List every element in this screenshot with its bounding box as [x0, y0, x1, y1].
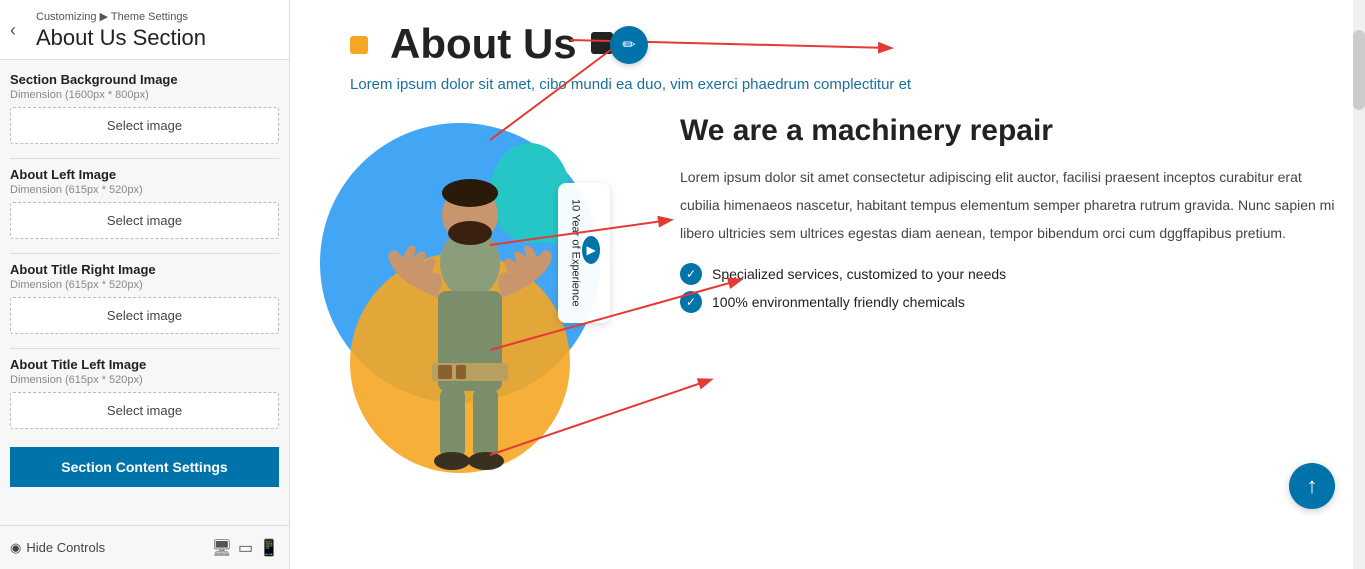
about-title-left-field: About Title Left Image Dimension (615px … — [10, 357, 279, 429]
worker-svg — [370, 143, 570, 483]
about-us-preview: ✏ About Us Lorem ipsum dolor sit — [290, 0, 1365, 569]
back-button[interactable]: ‹ — [10, 21, 16, 39]
check-icon-1: ✓ — [680, 263, 702, 285]
divider-1 — [10, 158, 279, 159]
tablet-icon[interactable]: ▭ — [238, 538, 253, 558]
customizer-panel: ‹ Customizing ▶ Theme Settings About Us … — [0, 0, 290, 569]
feature-label-1: Specialized services, customized to your… — [712, 266, 1006, 282]
divider-2 — [10, 253, 279, 254]
panel-body: Section Background Image Dimension (1600… — [0, 60, 289, 569]
select-image-button-title-left[interactable]: Select image — [10, 392, 279, 429]
divider-3 — [10, 348, 279, 349]
preview-area: ✏ About Us Lorem ipsum dolor sit — [290, 0, 1365, 569]
scrollbar-thumb[interactable] — [1353, 30, 1365, 110]
up-arrow-icon: ↑ — [1307, 473, 1318, 499]
title-icon-left — [350, 30, 380, 58]
check-icon-2: ✓ — [680, 291, 702, 313]
field-dimension-section-bg: Dimension (1600px * 800px) — [10, 89, 279, 101]
machinery-heading: We are a machinery repair — [680, 113, 1335, 149]
experience-text: 10 Year of Experience — [568, 199, 582, 307]
about-title-right-field: About Title Right Image Dimension (615px… — [10, 262, 279, 334]
scrollbar-track[interactable] — [1353, 0, 1365, 569]
mobile-icon[interactable]: 📱 — [259, 538, 279, 558]
panel-title: About Us Section — [36, 25, 277, 51]
field-dimension-about-left: Dimension (615px * 520px) — [10, 184, 279, 196]
about-right-content: We are a machinery repair Lorem ipsum do… — [670, 103, 1365, 569]
feature-list: ✓ Specialized services, customized to yo… — [680, 263, 1335, 313]
experience-icon: ▶ — [582, 236, 600, 264]
panel-header: ‹ Customizing ▶ Theme Settings About Us … — [0, 0, 289, 60]
about-left-image-area: ▶ 10 Year of Experience — [290, 103, 650, 483]
feature-label-2: 100% environmentally friendly chemicals — [712, 294, 965, 310]
scroll-up-button[interactable]: ↑ — [1289, 463, 1335, 509]
bottom-bar: ◉ Hide Controls 🖥 ▭ 📱 — [0, 525, 289, 569]
select-image-button-title-right[interactable]: Select image — [10, 297, 279, 334]
field-dimension-title-left: Dimension (615px * 520px) — [10, 374, 279, 386]
section-background-field: Section Background Image Dimension (1600… — [10, 72, 279, 144]
experience-card: ▶ 10 Year of Experience — [558, 183, 610, 323]
machinery-description: Lorem ipsum dolor sit amet consectetur a… — [680, 163, 1335, 247]
about-main-content: ▶ 10 Year of Experience We are a machine… — [290, 103, 1365, 569]
about-left-image-field: About Left Image Dimension (615px * 520p… — [10, 167, 279, 239]
about-subtitle: Lorem ipsum dolor sit amet, cibo mundi e… — [350, 76, 1325, 93]
hide-controls-label: Hide Controls — [26, 540, 105, 555]
feature-item-1: ✓ Specialized services, customized to yo… — [680, 263, 1335, 285]
about-top-section: About Us Lorem ipsum dolor sit amet, cib… — [290, 0, 1365, 103]
field-label-title-left: About Title Left Image — [10, 357, 279, 372]
section-content-settings-button[interactable]: Section Content Settings — [10, 447, 279, 487]
about-title-text: About Us — [390, 20, 577, 68]
field-label-title-right: About Title Right Image — [10, 262, 279, 277]
about-title-row: About Us — [350, 20, 1325, 68]
select-image-button-section-bg[interactable]: Select image — [10, 107, 279, 144]
eye-icon: ◉ — [10, 540, 21, 556]
hide-controls-button[interactable]: ◉ Hide Controls — [10, 540, 105, 556]
field-label-section-bg: Section Background Image — [10, 72, 279, 87]
field-dimension-title-right: Dimension (615px * 520px) — [10, 279, 279, 291]
device-icons: 🖥 ▭ 📱 — [212, 538, 279, 558]
desktop-icon[interactable]: 🖥 — [212, 538, 232, 558]
edit-section-button[interactable]: ✏ — [610, 26, 648, 64]
breadcrumb: Customizing ▶ Theme Settings — [36, 10, 277, 23]
field-label-about-left: About Left Image — [10, 167, 279, 182]
select-image-button-about-left[interactable]: Select image — [10, 202, 279, 239]
feature-item-2: ✓ 100% environmentally friendly chemical… — [680, 291, 1335, 313]
pencil-icon: ✏ — [622, 35, 635, 55]
